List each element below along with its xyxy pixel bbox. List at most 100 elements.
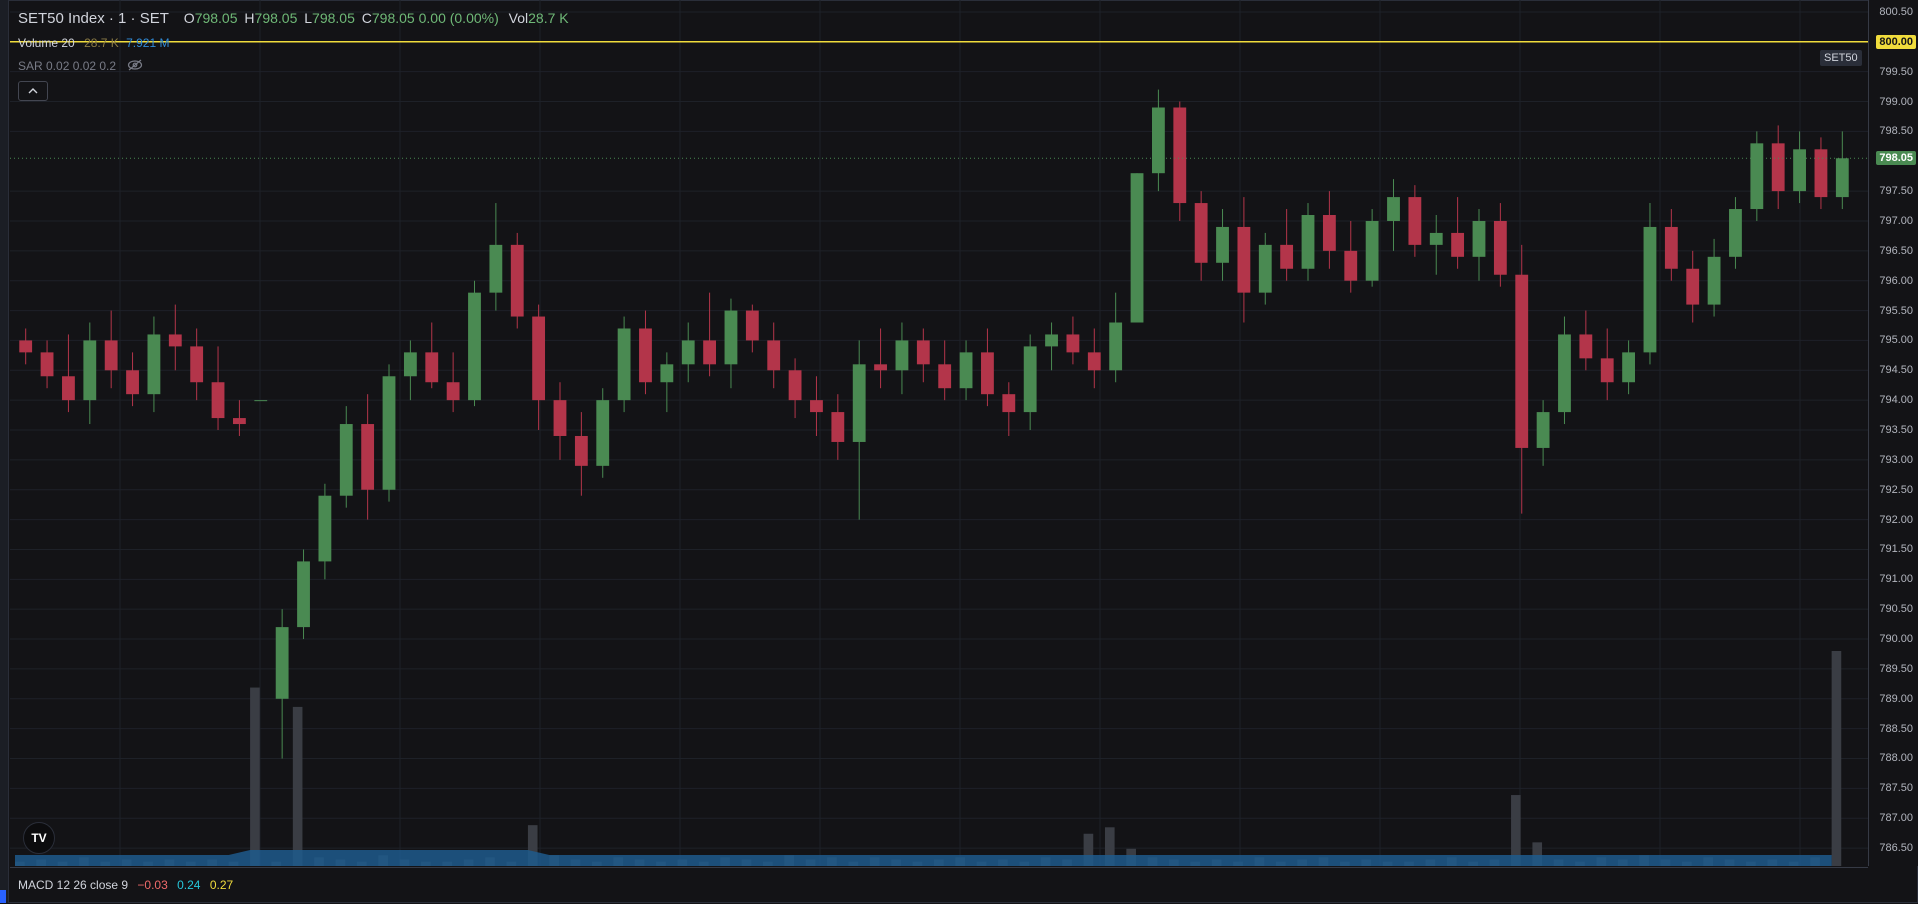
candle-body — [532, 316, 546, 401]
candle-body — [1066, 334, 1080, 353]
candle-body — [190, 346, 204, 383]
price-tick-label: 794.50 — [1879, 364, 1913, 377]
candle-body — [959, 352, 973, 389]
left-toolbar-edge — [0, 0, 9, 903]
low-value: 798.05 — [312, 10, 355, 26]
candle-body — [1087, 352, 1101, 371]
volume-indicator-label: Volume 20 — [18, 36, 75, 50]
candle-body — [1729, 209, 1742, 257]
macd-pane[interactable]: MACD 12 26 close 9 −0.03 0.24 0.27 — [10, 867, 1868, 904]
candle-body — [318, 495, 332, 562]
candle-body — [382, 376, 396, 490]
candle-body — [425, 352, 439, 383]
candle-body — [1173, 107, 1187, 204]
candle-body — [1109, 322, 1123, 371]
candle-body — [788, 370, 802, 401]
candle-body — [1707, 256, 1721, 305]
candle-body — [831, 412, 845, 442]
volume-indicator-legend[interactable]: Volume 20 28.7 K 7.921 M — [18, 36, 169, 50]
candle-body — [1365, 220, 1379, 281]
scroll-marker — [0, 890, 6, 903]
macd-value: −0.03 — [137, 878, 168, 892]
candle-body — [1237, 226, 1251, 293]
price-tick-label: 788.00 — [1879, 752, 1913, 765]
candle-body — [1835, 158, 1849, 198]
candle-body — [916, 340, 930, 365]
candle-body — [938, 364, 952, 389]
ohlc-legend: SET50 Index · 1 · SET O798.05 H798.05 L7… — [18, 10, 569, 27]
candle-body — [1536, 412, 1550, 448]
candle-body — [1216, 226, 1229, 263]
candle-body — [446, 382, 460, 401]
vol-value: 28.7 K — [528, 10, 569, 26]
macd-signal-value: 0.24 — [177, 878, 201, 892]
candle-body — [1493, 220, 1507, 275]
candle-body — [703, 340, 717, 365]
candle-body — [83, 340, 97, 401]
price-tick-label: 789.50 — [1879, 662, 1913, 675]
alert-price-tag[interactable]: 800.00 — [1876, 34, 1916, 49]
price-tick-label: 798.50 — [1879, 125, 1913, 138]
candle-body — [596, 400, 610, 466]
price-tick-label: 792.50 — [1879, 483, 1913, 496]
candle-body — [168, 334, 182, 347]
close-value: 798.05 0.00 (0.00%) — [371, 10, 499, 26]
candle-body — [1472, 220, 1486, 257]
price-tick-label: 788.50 — [1879, 722, 1913, 735]
price-chart[interactable] — [10, 0, 1868, 866]
candle-body — [767, 340, 781, 371]
price-tick-label: 797.00 — [1879, 214, 1913, 227]
volume-ma-area — [15, 850, 1832, 866]
eye-off-icon[interactable] — [127, 59, 143, 74]
candle-body — [745, 310, 759, 341]
high-label: H — [244, 10, 255, 26]
price-tick-label: 793.00 — [1879, 453, 1913, 466]
price-tick-label: 794.00 — [1879, 394, 1913, 407]
candle-body — [1451, 232, 1465, 257]
price-tick-label: 795.00 — [1879, 334, 1913, 347]
price-tick-label: 799.00 — [1879, 95, 1913, 108]
candle-body — [510, 244, 524, 317]
candle-body — [275, 627, 289, 699]
candle-body — [617, 328, 631, 401]
candle-body — [1151, 107, 1165, 174]
volume-ma-value: 7.921 M — [126, 36, 170, 50]
sar-indicator-label: SAR 0.02 0.02 0.2 — [18, 59, 117, 73]
candle-body — [1600, 358, 1614, 383]
candle-body — [211, 382, 225, 419]
price-axis[interactable]: 800.50 799.50 799.00 798.50 797.50 797.00 796.… — [1868, 0, 1918, 866]
price-tick-label: 799.50 — [1879, 65, 1913, 78]
symbol-badge: SET50 — [1820, 50, 1862, 66]
candle-body — [874, 364, 887, 371]
close-label: C — [361, 10, 372, 26]
candle-body — [1301, 215, 1315, 269]
candle-body — [1771, 143, 1785, 192]
price-tick-label: 789.00 — [1879, 692, 1913, 705]
open-label: O — [183, 10, 195, 26]
sar-indicator-legend[interactable]: SAR 0.02 0.02 0.2 — [18, 59, 143, 74]
price-tick-label: 800.50 — [1879, 5, 1913, 18]
candle-body — [1258, 244, 1272, 293]
candle-body — [1045, 334, 1058, 347]
candle-body — [1280, 244, 1294, 269]
macd-legend: MACD 12 26 close 9 −0.03 0.24 0.27 — [18, 878, 233, 892]
candle-body — [681, 340, 695, 365]
macd-histogram-value: 0.27 — [209, 878, 234, 892]
candle-body — [895, 340, 909, 371]
candle-body — [1750, 143, 1764, 210]
price-tick-label: 790.00 — [1879, 633, 1913, 646]
price-tick-label: 796.00 — [1879, 274, 1913, 287]
tradingview-logo[interactable]: TV — [23, 822, 55, 854]
candle-body — [1793, 149, 1806, 192]
candle-body — [1387, 197, 1400, 221]
symbol-title[interactable]: SET50 Index · 1 · SET — [18, 10, 169, 27]
open-value: 798.05 — [194, 10, 238, 26]
price-tick-label: 797.50 — [1879, 185, 1913, 198]
collapse-legend-button[interactable] — [18, 81, 48, 101]
chevron-up-icon — [28, 84, 38, 98]
candle-body — [1814, 149, 1828, 198]
candle-body — [62, 376, 75, 401]
candle-body — [1322, 215, 1336, 251]
candle-body — [1194, 203, 1208, 263]
candle-body — [254, 400, 268, 402]
